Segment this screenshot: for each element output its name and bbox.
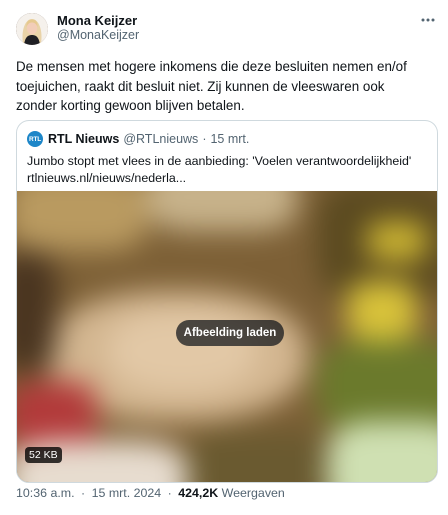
tweet-date[interactable]: 15 mrt. 2024 (92, 486, 162, 500)
rtl-logo-text: RTL (28, 135, 42, 143)
author-names: Mona Keijzer @MonaKeijzer (57, 13, 139, 43)
avatar[interactable] (16, 13, 48, 45)
rtl-logo-avatar[interactable]: RTL (27, 131, 43, 147)
tweet-text: De mensen met hogere inkomens die deze b… (16, 59, 407, 114)
image-size-badge: 52 KB (25, 447, 62, 463)
views-count[interactable]: 424,2K (178, 486, 218, 500)
author-handle[interactable]: @MonaKeijzer (57, 28, 139, 43)
quoted-link[interactable]: rtlnieuws.nl/nieuws/nederla... (27, 170, 427, 187)
views-label: Weergaven (221, 486, 285, 500)
quoted-text: Jumbo stopt met vlees in de aanbieding: … (27, 153, 427, 187)
quoted-date[interactable]: 15 mrt. (210, 132, 249, 146)
more-dots-icon-svg (421, 18, 435, 22)
quoted-separator: · (202, 132, 207, 146)
more-dots-icon[interactable] (420, 14, 440, 24)
tweet[interactable]: Mona Keijzer @MonaKeijzer De mensen met … (0, 0, 448, 515)
tweet-meta: 10:36 a.m. · 15 mrt. 2024 · 424,2K Weerg… (16, 486, 285, 500)
user-avatar-icon (16, 13, 48, 45)
quoted-tweet-header: RTL RTL Nieuws @RTLnieuws · 15 mrt. (27, 131, 249, 147)
quoted-display-name[interactable]: RTL Nieuws (48, 132, 119, 146)
author-display-name[interactable]: Mona Keijzer (57, 13, 139, 28)
quoted-headline: Jumbo stopt met vlees in de aanbieding: … (27, 154, 412, 168)
tweet-header: Mona Keijzer @MonaKeijzer (16, 13, 139, 45)
quoted-media[interactable]: Afbeelding laden 52 KB (17, 191, 437, 482)
meta-separator: · (167, 486, 172, 500)
meta-separator: · (81, 486, 86, 500)
load-image-button[interactable]: Afbeelding laden (176, 320, 284, 346)
quoted-tweet[interactable]: RTL RTL Nieuws @RTLnieuws · 15 mrt. Jumb… (16, 120, 438, 483)
quoted-handle: @RTLnieuws (123, 132, 199, 146)
tweet-time[interactable]: 10:36 a.m. (16, 486, 75, 500)
